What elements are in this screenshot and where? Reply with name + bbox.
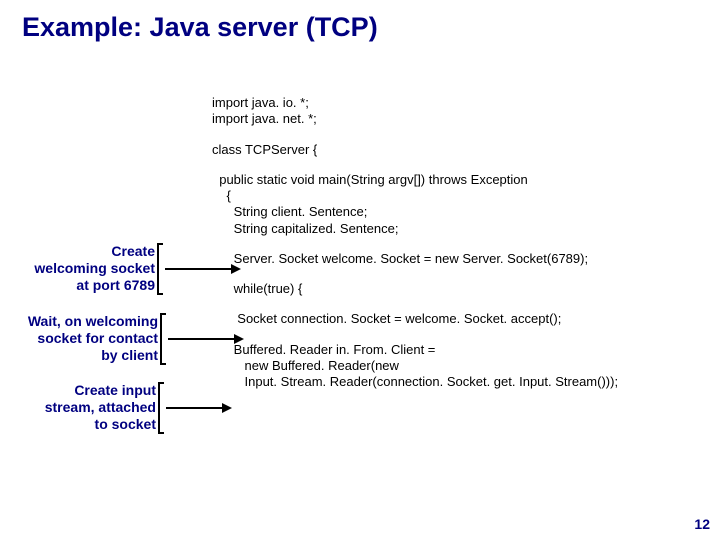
code-block: import java. io. *; import java. net. *;…: [212, 95, 712, 390]
code-line: class TCPServer {: [212, 142, 712, 158]
code-line: while(true) {: [212, 281, 712, 297]
annotation-line: Create input: [32, 382, 156, 399]
code-line: String client. Sentence;: [212, 204, 712, 220]
page-number: 12: [694, 516, 710, 532]
annotation-line: Wait, on welcoming: [22, 313, 158, 330]
page-title: Example: Java server (TCP): [0, 0, 720, 43]
annotation-line: Create: [22, 243, 155, 260]
code-line: public static void main(String argv[]) t…: [212, 172, 712, 188]
code-line: new Buffered. Reader(new: [212, 358, 712, 374]
code-line: Buffered. Reader in. From. Client =: [212, 342, 712, 358]
code-line: {: [212, 188, 712, 204]
annotation-line: socket for contact: [22, 330, 158, 347]
annotation-create-welcoming-socket: Create welcoming socket at port 6789: [22, 243, 155, 293]
code-line: Input. Stream. Reader(connection. Socket…: [212, 374, 712, 390]
code-line: Server. Socket welcome. Socket = new Ser…: [212, 251, 712, 267]
code-line: import java. net. *;: [212, 111, 712, 127]
bracket-icon: [160, 313, 166, 365]
annotation-wait-socket: Wait, on welcoming socket for contact by…: [22, 313, 158, 363]
bracket-icon: [157, 243, 163, 295]
code-line: String capitalized. Sentence;: [212, 221, 712, 237]
annotation-line: to socket: [32, 416, 156, 433]
annotation-line: at port 6789: [22, 277, 155, 294]
code-line: import java. io. *;: [212, 95, 712, 111]
annotation-line: welcoming socket: [22, 260, 155, 277]
annotation-create-input-stream: Create input stream, attached to socket: [32, 382, 156, 432]
bracket-icon: [158, 382, 164, 434]
code-line: Socket connection. Socket = welcome. Soc…: [212, 311, 712, 327]
annotation-line: by client: [22, 347, 158, 364]
annotation-line: stream, attached: [32, 399, 156, 416]
